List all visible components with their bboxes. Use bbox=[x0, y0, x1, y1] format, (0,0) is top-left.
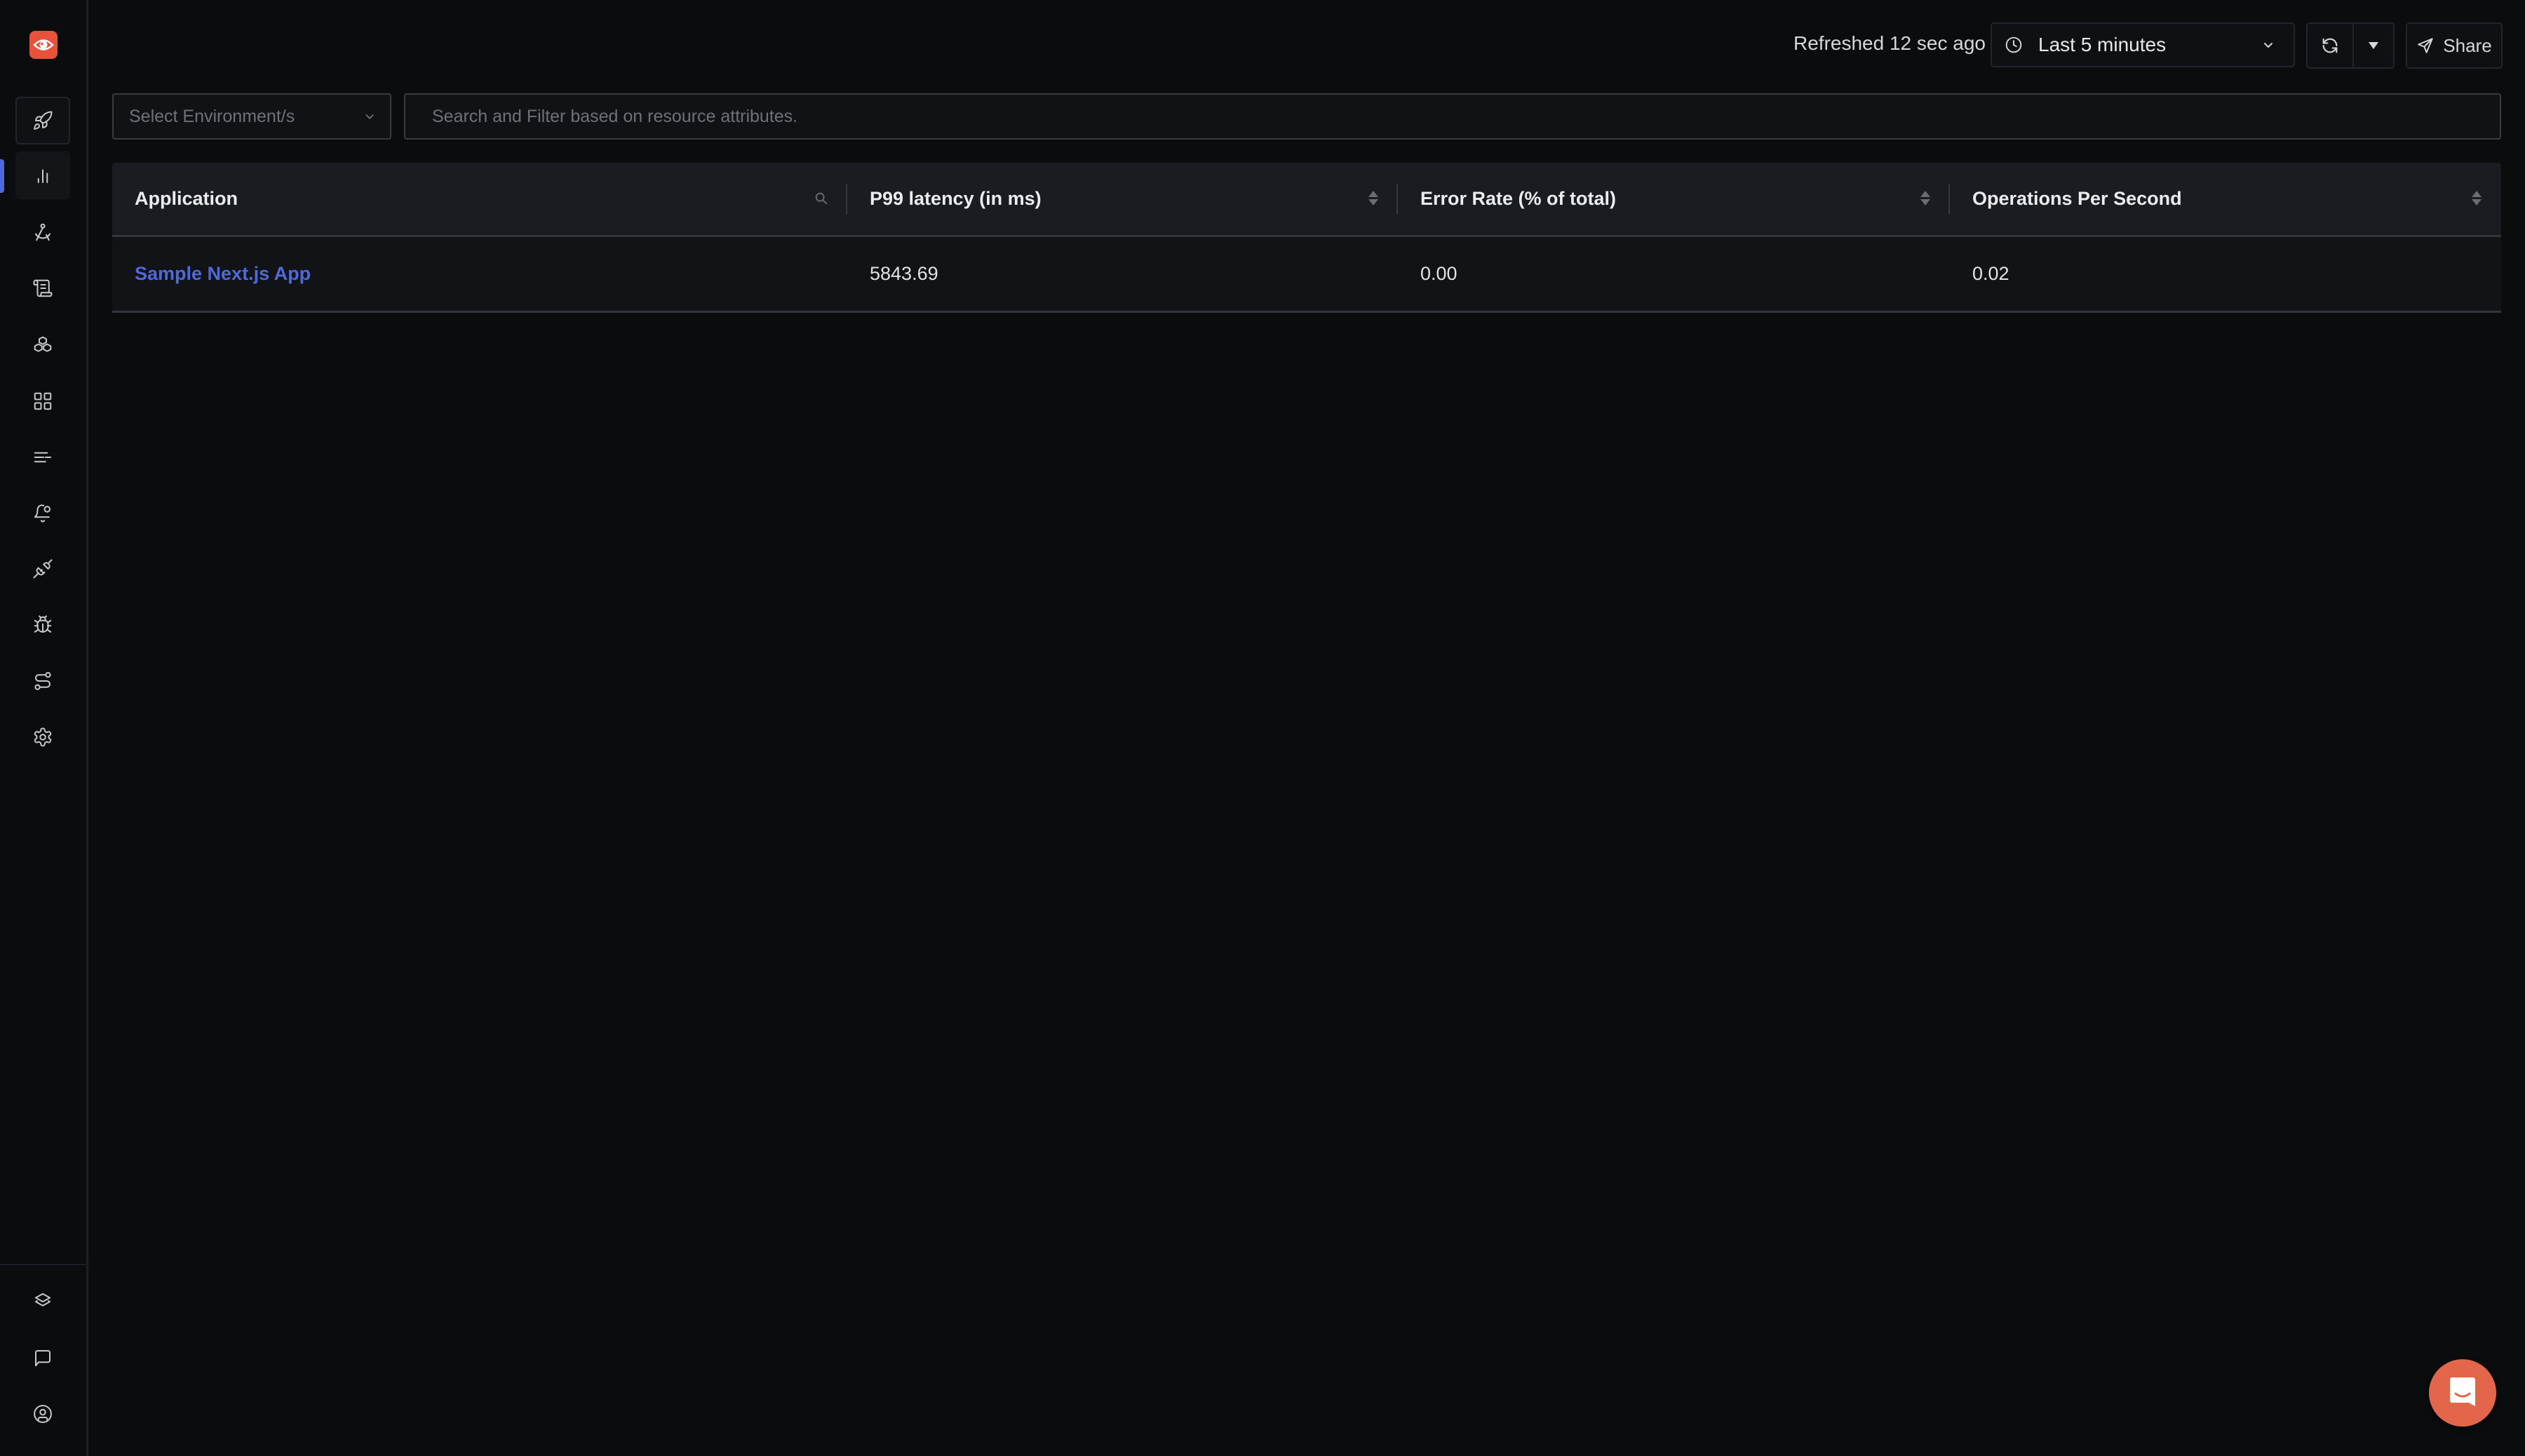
chat-smile-icon bbox=[2450, 1377, 2475, 1406]
sort-icon[interactable] bbox=[1368, 191, 1378, 205]
auto-refresh-dropdown[interactable] bbox=[2354, 24, 2393, 67]
list-lines-icon bbox=[34, 452, 52, 463]
column-header-application: Application bbox=[112, 163, 847, 235]
boxes-icon bbox=[34, 336, 52, 352]
environment-placeholder: Select Environment/s bbox=[129, 106, 295, 126]
rocket-icon bbox=[34, 111, 53, 130]
sidebar-item-workspace[interactable] bbox=[15, 1278, 70, 1326]
chevron-down-icon bbox=[2264, 43, 2272, 48]
column-label: Application bbox=[135, 188, 238, 209]
clock-icon bbox=[2005, 36, 2022, 53]
sidebar-divider bbox=[0, 1264, 88, 1265]
layers-icon bbox=[35, 1293, 50, 1307]
cell-p99-latency: 5843.69 bbox=[870, 263, 938, 284]
sidebar-item-profile[interactable] bbox=[15, 1390, 70, 1438]
bell-dot-icon bbox=[34, 504, 50, 523]
sidebar-item-service-map[interactable] bbox=[15, 657, 70, 705]
bug-icon bbox=[34, 615, 52, 633]
message-square-icon bbox=[35, 1350, 50, 1367]
sort-icon[interactable] bbox=[1920, 191, 1930, 205]
scroll-icon bbox=[33, 279, 53, 297]
gear-icon bbox=[34, 727, 52, 747]
column-label: P99 latency (in ms) bbox=[870, 188, 1042, 209]
drafting-compass-icon bbox=[35, 223, 50, 241]
sidebar-item-alerts[interactable] bbox=[15, 489, 70, 537]
environment-select[interactable]: Select Environment/s bbox=[112, 93, 391, 140]
sidebar-item-get-started[interactable] bbox=[15, 97, 70, 144]
sidebar-item-dashboards[interactable] bbox=[15, 377, 70, 425]
chat-widget-button[interactable] bbox=[2429, 1359, 2496, 1427]
refresh-icon bbox=[2322, 38, 2338, 53]
share-label: Share bbox=[2443, 34, 2492, 56]
share-button[interactable]: Share bbox=[2406, 22, 2503, 69]
resource-attribute-search-input[interactable] bbox=[404, 93, 2501, 140]
sidebar-item-infrastructure[interactable] bbox=[15, 321, 70, 369]
time-range-picker[interactable]: Last 5 minutes bbox=[1991, 22, 2295, 67]
cell-application: Sample Next.js App bbox=[112, 237, 847, 311]
cell-operations-per-second: 0.02 bbox=[1972, 263, 2009, 284]
app-logo[interactable] bbox=[29, 31, 58, 59]
cell-error-rate: 0.00 bbox=[1420, 263, 1457, 284]
eye-logo-icon bbox=[33, 39, 54, 50]
sort-icon[interactable] bbox=[2472, 191, 2482, 205]
active-nav-indicator bbox=[0, 159, 4, 193]
table-header: Application P99 latency (in ms) Error Ra… bbox=[112, 163, 2501, 237]
user-circle-icon bbox=[34, 1405, 52, 1423]
application-link[interactable]: Sample Next.js App bbox=[135, 263, 311, 285]
table-row[interactable]: Sample Next.js App 5843.69 0.00 0.02 bbox=[112, 237, 2501, 313]
applications-table: Application P99 latency (in ms) Error Ra… bbox=[112, 163, 2501, 313]
sidebar-item-traces[interactable] bbox=[15, 208, 70, 256]
sidebar-item-settings[interactable] bbox=[15, 713, 70, 761]
sidebar bbox=[0, 0, 88, 1456]
column-header-p99-latency[interactable]: P99 latency (in ms) bbox=[847, 163, 1398, 235]
bar-chart-icon bbox=[37, 169, 48, 183]
chevron-down-icon bbox=[365, 114, 374, 120]
refreshed-status: Refreshed 12 sec ago bbox=[1793, 32, 1986, 54]
search-icon[interactable] bbox=[814, 191, 829, 206]
sidebar-item-services[interactable] bbox=[15, 151, 70, 199]
time-range-value: Last 5 minutes bbox=[2038, 34, 2167, 55]
sidebar-item-support[interactable] bbox=[15, 1334, 70, 1382]
refresh-control bbox=[2306, 22, 2395, 69]
grid-icon bbox=[34, 392, 52, 410]
column-label: Error Rate (% of total) bbox=[1420, 188, 1617, 209]
caret-down-icon bbox=[2369, 42, 2378, 49]
sidebar-item-exceptions[interactable] bbox=[15, 601, 70, 649]
sidebar-item-messaging-queues[interactable] bbox=[15, 433, 70, 481]
plug-icon bbox=[33, 559, 53, 579]
sidebar-item-logs[interactable] bbox=[15, 264, 70, 312]
column-label: Operations Per Second bbox=[1972, 188, 2182, 209]
column-header-operations-per-second[interactable]: Operations Per Second bbox=[1950, 163, 2501, 235]
send-icon bbox=[2418, 38, 2434, 53]
route-icon bbox=[34, 672, 51, 690]
sidebar-item-integrations[interactable] bbox=[15, 545, 70, 593]
refresh-button[interactable] bbox=[2308, 24, 2354, 67]
column-header-error-rate[interactable]: Error Rate (% of total) bbox=[1398, 163, 1950, 235]
